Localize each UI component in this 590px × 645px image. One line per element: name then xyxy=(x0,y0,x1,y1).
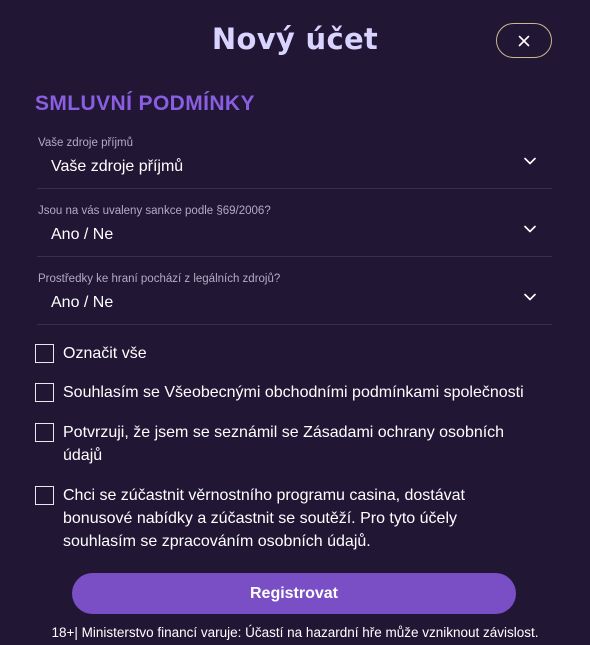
select-all-checkbox[interactable] xyxy=(35,344,54,363)
chevron-down-icon xyxy=(524,152,536,170)
loyalty-program-checkbox[interactable] xyxy=(35,486,54,505)
close-icon xyxy=(518,35,530,47)
select-label: Jsou na vás uvaleny sankce podle §69/200… xyxy=(38,205,271,217)
select-label: Vaše zdroje příjmů xyxy=(38,137,134,149)
chevron-down-icon xyxy=(524,288,536,306)
terms-checkbox[interactable] xyxy=(35,383,54,402)
section-title: SMLUVNÍ PODMÍNKY xyxy=(35,92,255,115)
checkbox-label: Chci se zúčastnit věrnostního programu c… xyxy=(63,487,465,550)
income-source-select[interactable]: Vaše zdroje příjmů Vaše zdroje příjmů xyxy=(37,137,552,189)
checkbox-label: Potvrzuji, že jsem se seznámil se Zásada… xyxy=(63,424,505,464)
gambling-warning: 18+| Ministerstvo financí varuje: Účastí… xyxy=(51,625,539,640)
select-value: Ano / Ne xyxy=(51,294,114,311)
register-button[interactable]: Registrovat xyxy=(72,573,516,614)
close-button[interactable] xyxy=(496,23,552,58)
legal-funds-select[interactable]: Prostředky ke hraní pochází z legálních … xyxy=(37,273,552,325)
checkbox-label: Souhlasím se Všeobecnými obchodními podm… xyxy=(63,384,524,401)
checkbox-label: Označit vše xyxy=(63,345,147,362)
select-value: Ano / Ne xyxy=(51,226,114,243)
privacy-checkbox[interactable] xyxy=(35,423,54,442)
select-label: Prostředky ke hraní pochází z legálních … xyxy=(38,273,281,285)
sanctions-select[interactable]: Jsou na vás uvaleny sankce podle §69/200… xyxy=(37,205,552,257)
chevron-down-icon xyxy=(524,220,536,238)
registration-modal: Nový účet SMLUVNÍ PODMÍNKY Vaše zdroje p… xyxy=(0,0,590,645)
select-value: Vaše zdroje příjmů xyxy=(51,158,184,175)
